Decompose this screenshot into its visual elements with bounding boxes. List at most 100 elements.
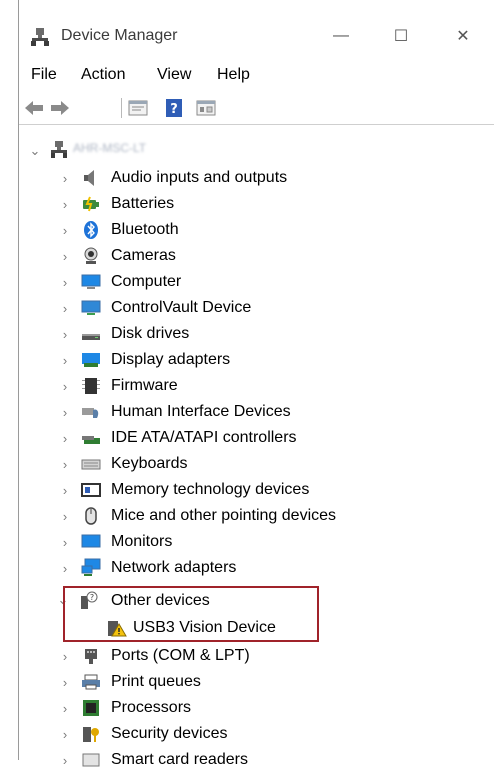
- tree-root[interactable]: ⌄ AHR-MSC-LT: [19, 138, 494, 164]
- show-hidden-icon[interactable]: [195, 98, 217, 118]
- chevron-right-icon[interactable]: ›: [59, 753, 71, 768]
- tree-item-label: Batteries: [111, 195, 175, 212]
- tree-item-network[interactable]: › Network adapters: [19, 555, 494, 581]
- chevron-right-icon[interactable]: ›: [59, 649, 71, 664]
- properties-icon[interactable]: [127, 98, 149, 118]
- chevron-right-icon[interactable]: ›: [59, 327, 71, 342]
- chevron-right-icon[interactable]: ›: [59, 223, 71, 238]
- menu-bar: File Action View Help: [19, 62, 494, 90]
- firmware-icon: [82, 378, 100, 394]
- mouse-icon: [85, 507, 97, 525]
- tree-item-audio[interactable]: › Audio inputs and outputs: [19, 165, 494, 191]
- tree-item-label: Print queues: [111, 673, 201, 690]
- security-icon: [83, 727, 99, 742]
- bluetooth-icon: [84, 221, 98, 239]
- chevron-right-icon[interactable]: ›: [59, 379, 71, 394]
- chevron-right-icon[interactable]: ›: [59, 197, 71, 212]
- forward-arrow-icon[interactable]: [49, 98, 71, 118]
- chevron-right-icon[interactable]: ›: [59, 275, 71, 290]
- keyboard-icon: [81, 459, 101, 470]
- tree-item-display-adapters[interactable]: › Display adapters: [19, 347, 494, 373]
- tree-item-label: Mice and other pointing devices: [111, 507, 337, 524]
- chevron-right-icon[interactable]: ›: [59, 483, 71, 498]
- tree-item-keyboards[interactable]: › Keyboards: [19, 451, 494, 477]
- back-arrow-icon[interactable]: [23, 98, 45, 118]
- menu-help[interactable]: Help: [217, 66, 250, 84]
- menu-file[interactable]: File: [31, 66, 57, 84]
- tree-item-label: Network adapters: [111, 559, 237, 576]
- controlvault-icon: [81, 300, 101, 315]
- help-icon[interactable]: ?: [163, 98, 185, 118]
- chevron-right-icon[interactable]: ›: [59, 301, 71, 316]
- tree-item-label: Monitors: [111, 533, 173, 550]
- chevron-down-icon[interactable]: ⌄: [29, 143, 41, 158]
- tree-item-label: Smart card readers: [111, 751, 248, 768]
- tree-item-hid[interactable]: › Human Interface Devices: [19, 399, 494, 425]
- tree-item-label: Disk drives: [111, 325, 190, 342]
- tree-item-label: Audio inputs and outputs: [111, 169, 288, 186]
- processor-icon: [83, 700, 99, 716]
- computer-icon: [81, 274, 101, 289]
- tree-item-label: Computer: [111, 273, 182, 290]
- device-manager-icon: [31, 28, 49, 46]
- tree-item-batteries[interactable]: › Batteries: [19, 191, 494, 217]
- tree-item-cameras[interactable]: › Cameras: [19, 243, 494, 269]
- chevron-right-icon[interactable]: ›: [59, 509, 71, 524]
- camera-icon: [84, 247, 98, 264]
- tree-item-smart-card-readers[interactable]: › Smart card readers: [19, 747, 494, 773]
- tree-item-label: Security devices: [111, 725, 228, 742]
- computer-name: AHR-MSC-LT: [73, 141, 147, 155]
- close-button[interactable]: ✕: [443, 18, 483, 54]
- monitor-icon: [81, 534, 101, 548]
- chevron-right-icon[interactable]: ›: [59, 727, 71, 742]
- battery-icon: [83, 196, 99, 212]
- tree-item-label: Cameras: [111, 247, 176, 264]
- tree-item-print-queues[interactable]: › Print queues: [19, 669, 494, 695]
- tree-item-label: IDE ATA/ATAPI controllers: [111, 429, 297, 446]
- network-icon: [81, 558, 101, 576]
- chevron-right-icon[interactable]: ›: [59, 675, 71, 690]
- port-icon: [85, 649, 97, 664]
- tree-item-disk-drives[interactable]: › Disk drives: [19, 321, 494, 347]
- tree-item-ide[interactable]: › IDE ATA/ATAPI controllers: [19, 425, 494, 451]
- tree-item-computer[interactable]: › Computer: [19, 269, 494, 295]
- tree-item-security[interactable]: › Security devices: [19, 721, 494, 747]
- chevron-right-icon[interactable]: ›: [59, 405, 71, 420]
- tree-item-controlvault[interactable]: › ControlVault Device: [19, 295, 494, 321]
- menu-action[interactable]: Action: [81, 66, 125, 84]
- chevron-right-icon[interactable]: ›: [59, 171, 71, 186]
- ide-controller-icon: [82, 436, 100, 444]
- svg-text:?: ?: [170, 102, 178, 117]
- maximize-button[interactable]: ☐: [381, 18, 421, 54]
- chevron-right-icon[interactable]: ›: [59, 701, 71, 716]
- tree-item-label: ControlVault Device: [111, 299, 252, 316]
- toolbar: ?: [19, 92, 494, 125]
- minimize-button[interactable]: —: [321, 18, 361, 54]
- chevron-right-icon[interactable]: ›: [59, 561, 71, 576]
- chevron-right-icon[interactable]: ›: [59, 457, 71, 472]
- tree-item-ports[interactable]: › Ports (COM & LPT): [19, 643, 494, 669]
- tree-item-firmware[interactable]: › Firmware: [19, 373, 494, 399]
- speaker-icon: [84, 170, 94, 186]
- tree-item-label: Firmware: [111, 377, 178, 394]
- toolbar-separator: [121, 98, 122, 118]
- display-adapter-icon: [82, 353, 100, 367]
- tree-item-label: Display adapters: [111, 351, 231, 368]
- tree-item-mice[interactable]: › Mice and other pointing devices: [19, 503, 494, 529]
- tree-item-label: Bluetooth: [111, 221, 179, 238]
- tree-item-label: Human Interface Devices: [111, 403, 291, 420]
- highlight-box: [63, 586, 319, 642]
- smart-card-icon: [82, 753, 100, 767]
- tree-item-label: Processors: [111, 699, 192, 716]
- chevron-right-icon[interactable]: ›: [59, 353, 71, 368]
- tree-item-memory[interactable]: › Memory technology devices: [19, 477, 494, 503]
- tree-item-monitors[interactable]: › Monitors: [19, 529, 494, 555]
- tree-item-processors[interactable]: › Processors: [19, 695, 494, 721]
- window-title: Device Manager: [61, 27, 178, 44]
- chevron-right-icon[interactable]: ›: [59, 249, 71, 264]
- tree-item-bluetooth[interactable]: › Bluetooth: [19, 217, 494, 243]
- printer-icon: [82, 674, 100, 690]
- chevron-right-icon[interactable]: ›: [59, 431, 71, 446]
- menu-view[interactable]: View: [157, 66, 191, 84]
- chevron-right-icon[interactable]: ›: [59, 535, 71, 550]
